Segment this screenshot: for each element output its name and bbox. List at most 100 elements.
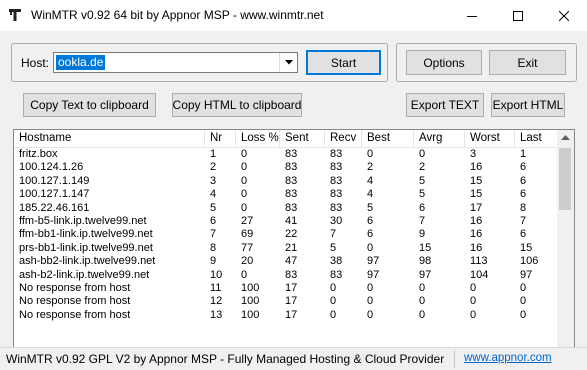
table-cell: No response from host — [19, 282, 131, 294]
column-header[interactable]: Loss % — [236, 130, 280, 147]
table-row[interactable]: No response from host 11 100 17 0 0 0 0 0 — [14, 282, 558, 295]
table-cell: 0 — [241, 268, 248, 281]
table-row[interactable]: 100.124.1.26 2 0 83 83 2 2 16 6 — [14, 161, 558, 174]
table-cell: 1 — [520, 148, 527, 160]
table-row[interactable]: No response from host 13 100 17 0 0 0 0 0 — [14, 309, 558, 322]
table-cell: 9 — [419, 228, 426, 241]
table-cell: 0 — [520, 282, 527, 294]
table-cell: 0 — [330, 295, 337, 308]
table-cell: 15 — [470, 188, 483, 201]
table-cell: 100 — [241, 295, 260, 308]
column-header[interactable]: Recv — [325, 130, 362, 147]
table-cell: 0 — [367, 308, 374, 321]
close-button[interactable] — [541, 0, 587, 31]
exit-button[interactable]: Exit — [489, 50, 566, 75]
table-cell: 6 — [419, 201, 426, 214]
host-combobox[interactable]: ookla.de — [53, 52, 298, 73]
table-header: Hostname Nr Loss % Sent Recv Best Avrg Worst Las… — [14, 130, 558, 148]
table-row[interactable]: ash-b2-link.ip.twelve99.net 10 0 83 83 97 97 10… — [14, 269, 558, 282]
table-cell: ffm-b5-link.ip.twelve99.net — [19, 215, 147, 227]
table-cell: 20 — [241, 255, 254, 268]
table-cell: 3 — [210, 174, 217, 187]
table-cell: 100.124.1.26 — [19, 161, 84, 174]
column-header[interactable]: Hostname — [14, 130, 205, 147]
copy-text-button[interactable]: Copy Text to clipboard — [23, 93, 156, 117]
table-cell: 0 — [520, 295, 527, 308]
table-cell: 100 — [241, 282, 260, 294]
table-row[interactable]: 185.22.46.161 5 0 83 83 5 6 17 8 — [14, 202, 558, 215]
table-cell: 12 — [210, 295, 223, 308]
table-cell: 38 — [330, 255, 343, 268]
vertical-scrollbar[interactable] — [557, 130, 574, 354]
table-row[interactable]: 100.127.1.149 3 0 83 83 4 5 15 6 — [14, 175, 558, 188]
table-cell: 11 — [210, 282, 222, 294]
table-cell: 21 — [285, 241, 298, 254]
table-cell: ash-bb2-link.ip.twelve99.net — [19, 255, 156, 268]
column-header[interactable]: Nr — [205, 130, 236, 147]
column-header[interactable]: Avrg — [414, 130, 465, 147]
export-text-button[interactable]: Export TEXT — [406, 93, 484, 117]
table-cell: 22 — [285, 228, 298, 241]
scrollbar-thumb[interactable] — [559, 148, 571, 210]
table-cell: 83 — [285, 268, 298, 281]
status-bar: WinMTR v0.92 GPL V2 by Appnor MSP - Full… — [0, 347, 587, 370]
host-dropdown-button[interactable] — [279, 53, 297, 72]
table-cell: 97 — [520, 268, 533, 281]
table-cell: 6 — [520, 228, 527, 241]
table-row[interactable]: fritz.box 1 0 83 83 0 0 3 1 — [14, 148, 558, 161]
table-cell: 17 — [285, 282, 298, 294]
column-header[interactable]: Best — [362, 130, 414, 147]
table-cell: 5 — [367, 201, 374, 214]
table-row[interactable]: ash-bb2-link.ip.twelve99.net 9 20 47 38 97 98 1… — [14, 255, 558, 268]
table-cell: 16 — [470, 215, 483, 227]
table-row[interactable]: prs-bb1-link.ip.twelve99.net 8 77 21 5 0 15 16 1… — [14, 242, 558, 255]
table-cell: 17 — [285, 295, 298, 308]
table-cell: 0 — [330, 308, 337, 321]
table-cell: 16 — [470, 228, 483, 241]
table-row[interactable]: ffm-b5-link.ip.twelve99.net 6 27 41 30 6 7 16 7 — [14, 215, 558, 228]
host-input[interactable]: ookla.de — [56, 55, 106, 70]
maximize-button[interactable] — [495, 0, 541, 31]
table-cell: 98 — [419, 255, 432, 268]
table-cell: 0 — [241, 201, 248, 214]
table-cell: 0 — [470, 282, 477, 294]
table-cell: 6 — [367, 228, 374, 241]
minimize-button[interactable] — [449, 0, 495, 31]
column-header[interactable]: Sent — [280, 130, 325, 147]
table-cell: 69 — [241, 228, 254, 241]
window-title: WinMTR v0.92 64 bit by Appnor MSP - www.… — [31, 8, 324, 22]
app-icon — [9, 9, 21, 21]
table-cell: 0 — [520, 308, 527, 321]
table-cell: 83 — [285, 148, 298, 160]
options-button[interactable]: Options — [406, 50, 482, 75]
column-header[interactable]: Last — [515, 130, 558, 147]
table-cell: 83 — [330, 148, 343, 160]
column-header[interactable]: Worst — [465, 130, 515, 147]
scroll-up-icon[interactable] — [561, 135, 570, 141]
results-table[interactable]: Hostname Nr Loss % Sent Recv Best Avrg Worst Las… — [13, 129, 575, 355]
export-html-button[interactable]: Export HTML — [491, 93, 565, 117]
table-cell: 8 — [520, 201, 527, 214]
status-separator — [454, 350, 455, 368]
table-row[interactable]: ffm-bb1-link.ip.twelve99.net 7 69 22 7 6 9 16 6 — [14, 228, 558, 241]
table-cell: 6 — [210, 215, 217, 227]
table-cell: 104 — [470, 268, 489, 281]
table-cell: 30 — [330, 215, 343, 227]
table-cell: 17 — [470, 201, 483, 214]
table-cell: 3 — [470, 148, 477, 160]
table-row[interactable]: No response from host 12 100 17 0 0 0 0 0 — [14, 295, 558, 308]
table-cell: 0 — [470, 295, 477, 308]
table-cell: 0 — [330, 282, 337, 294]
appnor-link[interactable]: www.appnor.com — [464, 352, 552, 364]
table-cell: 10 — [210, 268, 223, 281]
title-bar: WinMTR v0.92 64 bit by Appnor MSP - www.… — [0, 0, 587, 31]
table-cell: 0 — [367, 282, 374, 294]
minimize-icon — [467, 15, 477, 17]
status-text: WinMTR v0.92 GPL V2 by Appnor MSP - Full… — [6, 352, 445, 366]
table-cell: 100 — [241, 308, 260, 321]
start-button[interactable]: Start — [306, 50, 381, 75]
copy-html-button[interactable]: Copy HTML to clipboard — [172, 93, 302, 117]
table-cell: ash-b2-link.ip.twelve99.net — [19, 268, 150, 281]
table-row[interactable]: 100.127.1.147 4 0 83 83 4 5 15 6 — [14, 188, 558, 201]
table-cell: 17 — [285, 308, 298, 321]
